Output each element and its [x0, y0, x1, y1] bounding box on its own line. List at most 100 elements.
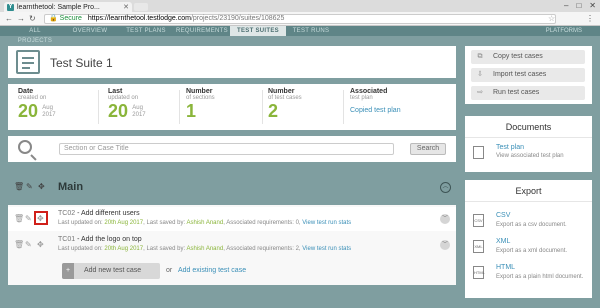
- test-plan-icon: [473, 146, 484, 159]
- new-tab-button[interactable]: [134, 3, 148, 11]
- stat-created-monthyear: Aug 2017: [42, 105, 56, 118]
- move-icon[interactable]: ✥: [37, 240, 44, 250]
- case-meta: Last updated on: 20th Aug 2017, Last sav…: [58, 220, 352, 226]
- stat-created-day: 20: [18, 101, 39, 121]
- trash-icon[interactable]: 🗑: [14, 182, 24, 192]
- import-icon: ⇩: [477, 71, 483, 78]
- favicon-icon: Y: [7, 3, 14, 11]
- stat-sections-value: 1: [186, 101, 197, 121]
- nav-overview[interactable]: OVERVIEW: [70, 26, 110, 36]
- export-html-link[interactable]: HTML: [496, 264, 515, 271]
- reload-icon[interactable]: ↻: [29, 14, 36, 24]
- stat-associated: Associated test plan Copied test plan: [350, 88, 401, 114]
- stat-sections-label: Number: [186, 88, 213, 95]
- nav-all-projects[interactable]: ALL PROJECTS: [12, 26, 58, 44]
- expand-icon[interactable]: ﹀: [440, 240, 450, 250]
- run-stats-link[interactable]: View test run stats: [302, 220, 351, 226]
- url-host: https://learnthetool.testlodge.com: [87, 15, 191, 22]
- documents-panel: Documents Test plan View associated test…: [465, 116, 592, 172]
- actions-panel: ⧉ Copy test cases ⇩ Import test cases ⇨ Run…: [465, 46, 592, 104]
- plus-icon: +: [62, 263, 74, 279]
- tab-close-icon[interactable]: ✕: [123, 3, 129, 11]
- case-title[interactable]: TC01 - Add the logo on top: [58, 236, 142, 243]
- browser-tab-strip: Y learnthetool: Sample Pro... ✕ – □ ✕: [0, 0, 600, 12]
- stat-associated-sub: test plan: [350, 95, 373, 101]
- search-input[interactable]: Section or Case Title: [59, 143, 394, 155]
- maximize-button[interactable]: □: [576, 0, 581, 12]
- section-header: 🗑 ✎ ✥ Main ︿: [8, 180, 456, 196]
- nav-test-runs[interactable]: TEST RUNS: [290, 26, 332, 36]
- browser-menu-icon[interactable]: ⋮: [586, 14, 594, 23]
- search-panel: Section or Case Title Search: [8, 136, 456, 162]
- run-icon: ⇨: [477, 89, 483, 96]
- trash-icon[interactable]: 🗑: [14, 240, 24, 250]
- test-case-list: 🗑 ✎ ✥ TC02 - Add different users Last up…: [8, 205, 456, 285]
- address-bar-row: ← → ↻ 🔒 Secure https://learnthetool.test…: [0, 12, 600, 26]
- stat-updated-day: 20: [108, 101, 129, 121]
- back-icon[interactable]: ←: [5, 14, 13, 24]
- run-test-cases-button[interactable]: ⇨ Run test cases: [471, 86, 585, 100]
- nav-requirements[interactable]: REQUIREMENTS: [176, 26, 228, 36]
- pencil-icon[interactable]: ✎: [26, 182, 33, 192]
- stat-created-label: Date: [18, 88, 34, 95]
- stat-sections: Number of sections 1: [186, 88, 215, 121]
- documents-title: Documents: [465, 116, 592, 138]
- suite-title: Test Suite 1: [50, 56, 113, 70]
- tab-title: learnthetool: Sample Pro...: [17, 3, 100, 11]
- highlight-box: [34, 211, 48, 225]
- section-title: Main: [58, 181, 84, 193]
- nav-platforms[interactable]: PLATFORMS: [546, 26, 582, 36]
- export-xml-link[interactable]: XML: [496, 238, 510, 245]
- export-html-desc: Export as a plain html document.: [496, 274, 584, 280]
- stat-updated-monthyear: Aug 2017: [132, 105, 146, 118]
- collapse-icon[interactable]: ︿: [440, 182, 451, 193]
- add-case-row: + Add new test case or Add existing test …: [8, 261, 456, 281]
- forward-icon[interactable]: →: [17, 14, 25, 24]
- stat-cases-value: 2: [268, 101, 279, 121]
- expand-icon[interactable]: ﹀: [440, 214, 450, 224]
- case-meta: Last updated on: 20th Aug 2017, Last sav…: [58, 246, 352, 252]
- xml-file-icon: XML: [473, 240, 484, 253]
- stat-updated-label: Last: [108, 88, 123, 95]
- table-row[interactable]: 🗑 ✎ ✥ TC01 - Add the logo on top Last up…: [8, 233, 456, 257]
- app-nav: ALL PROJECTS OVERVIEW TEST PLANS REQUIRE…: [0, 26, 600, 44]
- copy-test-cases-button[interactable]: ⧉ Copy test cases: [471, 50, 585, 64]
- test-plan-desc: View associated test plan: [496, 153, 564, 159]
- html-file-icon: HTML: [473, 266, 485, 279]
- stat-cases-label: Number: [268, 88, 295, 95]
- run-stats-link[interactable]: View test run stats: [302, 246, 351, 252]
- pencil-icon[interactable]: ✎: [25, 214, 32, 224]
- search-icon: [18, 140, 32, 154]
- add-existing-test-case-link[interactable]: Add existing test case: [178, 267, 246, 274]
- add-new-test-case-button[interactable]: + Add new test case: [62, 263, 160, 279]
- move-icon[interactable]: ✥: [38, 182, 45, 192]
- minimize-button[interactable]: –: [564, 0, 568, 12]
- export-csv-link[interactable]: CSV: [496, 212, 510, 219]
- import-test-cases-button[interactable]: ⇩ Import test cases: [471, 68, 585, 82]
- search-button[interactable]: Search: [410, 143, 446, 155]
- test-plan-link[interactable]: Test plan: [496, 144, 524, 151]
- nav-test-suites[interactable]: TEST SUITES: [230, 26, 286, 36]
- url-field[interactable]: 🔒 Secure https://learnthetool.testlodge.…: [44, 14, 556, 24]
- case-title[interactable]: TC02 - Add different users: [58, 210, 140, 217]
- nav-test-plans[interactable]: TEST PLANS: [124, 26, 168, 36]
- stat-associated-label: Associated: [350, 88, 388, 95]
- suite-title-panel: Test Suite 1: [8, 46, 456, 78]
- stat-created: Date created on 20 Aug 2017: [18, 88, 56, 121]
- trash-icon[interactable]: 🗑: [14, 214, 24, 224]
- browser-tab[interactable]: Y learnthetool: Sample Pro... ✕: [4, 2, 132, 12]
- associated-plan-link[interactable]: Copied test plan: [350, 107, 401, 114]
- csv-file-icon: CSV: [473, 214, 484, 227]
- lock-icon: 🔒: [49, 15, 58, 22]
- table-row[interactable]: 🗑 ✎ ✥ TC02 - Add different users Last up…: [8, 207, 456, 231]
- suite-stats-panel: Date created on 20 Aug 2017 Last updated …: [8, 84, 456, 130]
- window-controls: – □ ✕: [564, 0, 596, 12]
- bookmark-star-icon[interactable]: ☆: [548, 14, 555, 23]
- pencil-icon[interactable]: ✎: [25, 240, 32, 250]
- or-label: or: [166, 267, 173, 274]
- document-icon: [16, 50, 40, 74]
- stat-updated: Last updated on 20 Aug 2017: [108, 88, 146, 121]
- export-title: Export: [465, 180, 592, 202]
- export-xml-desc: Export as a xml document.: [496, 248, 568, 254]
- close-window-button[interactable]: ✕: [589, 0, 596, 12]
